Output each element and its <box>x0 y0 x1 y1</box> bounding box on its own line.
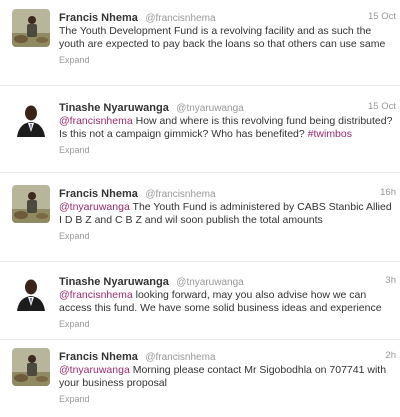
tweet-item[interactable]: Francis Nhema @francisnhema 15 Oct The Y… <box>0 0 400 86</box>
tweet-item[interactable]: Francis Nhema @francisnhema 16h @tnyaruw… <box>0 173 400 262</box>
tweet-text: The Youth Development Fund is a revolvin… <box>59 25 396 51</box>
mention-link[interactable]: @tnyaruwanga <box>59 201 130 213</box>
author-handle[interactable]: @francisnhema <box>145 352 215 363</box>
expand-link[interactable]: Expand <box>59 319 396 329</box>
mention-link[interactable]: @tnyaruwanga <box>59 364 130 376</box>
tweet-timeline: Francis Nhema @francisnhema 15 Oct The Y… <box>0 0 400 417</box>
avatar-francis-nhema[interactable] <box>12 185 50 223</box>
avatar-tinashe-nyaruwanga[interactable] <box>12 273 50 311</box>
author-handle[interactable]: @tnyaruwanga <box>176 277 243 288</box>
author-handle[interactable]: @francisnhema <box>145 13 215 24</box>
tweet-header: Tinashe Nyaruwanga @tnyaruwanga 3h <box>59 273 396 288</box>
tweet-timestamp[interactable]: 2h <box>385 348 396 363</box>
tweet-header: Tinashe Nyaruwanga @tnyaruwanga 15 Oct <box>59 99 396 114</box>
author-name[interactable]: Francis Nhema <box>59 12 138 24</box>
mention-link[interactable]: @francisnhema <box>59 289 133 301</box>
tweet-item[interactable]: Tinashe Nyaruwanga @tnyaruwanga 3h @fran… <box>0 262 400 340</box>
tweet-content: Francis Nhema @francisnhema 2h @tnyaruwa… <box>59 348 396 404</box>
author-name[interactable]: Tinashe Nyaruwanga <box>59 102 169 114</box>
author-handle[interactable]: @tnyaruwanga <box>176 103 243 114</box>
tweet-text: @tnyaruwanga The Youth Fund is administe… <box>59 201 396 227</box>
tweet-timestamp[interactable]: 16h <box>380 185 396 200</box>
tweet-item[interactable]: Tinashe Nyaruwanga @tnyaruwanga 15 Oct @… <box>0 86 400 173</box>
tweet-timestamp[interactable]: 15 Oct <box>368 99 396 114</box>
tweet-header: Francis Nhema @francisnhema 15 Oct <box>59 9 396 24</box>
tweet-text: @francisnhema looking forward, may you a… <box>59 289 396 315</box>
tweet-timestamp[interactable]: 3h <box>385 273 396 288</box>
expand-link[interactable]: Expand <box>59 394 396 404</box>
avatar-francis-nhema[interactable] <box>12 348 50 386</box>
mention-link[interactable]: @francisnhema <box>59 115 133 127</box>
avatar-francis-nhema[interactable] <box>12 9 50 47</box>
tweet-content: Francis Nhema @francisnhema 15 Oct The Y… <box>59 9 396 65</box>
hashtag-link[interactable]: #twimbos <box>308 128 352 140</box>
tweet-content: Francis Nhema @francisnhema 16h @tnyaruw… <box>59 185 396 241</box>
tweet-text: @francisnhema How and where is this revo… <box>59 115 396 141</box>
tweet-body: The Youth Development Fund is a revolvin… <box>59 25 386 50</box>
tweet-text: @tnyaruwanga Morning please contact Mr S… <box>59 364 396 390</box>
tweet-content: Tinashe Nyaruwanga @tnyaruwanga 3h @fran… <box>59 273 396 329</box>
author-name[interactable]: Francis Nhema <box>59 351 138 363</box>
expand-link[interactable]: Expand <box>59 55 396 65</box>
expand-link[interactable]: Expand <box>59 145 396 155</box>
tweet-item[interactable]: Francis Nhema @francisnhema 2h @tnyaruwa… <box>0 340 400 417</box>
tweet-content: Tinashe Nyaruwanga @tnyaruwanga 15 Oct @… <box>59 99 396 155</box>
avatar-tinashe-nyaruwanga[interactable] <box>12 99 50 137</box>
tweet-header: Francis Nhema @francisnhema 16h <box>59 185 396 200</box>
expand-link[interactable]: Expand <box>59 231 396 241</box>
tweet-timestamp[interactable]: 15 Oct <box>368 9 396 24</box>
tweet-header: Francis Nhema @francisnhema 2h <box>59 348 396 363</box>
author-handle[interactable]: @francisnhema <box>145 189 215 200</box>
author-name[interactable]: Tinashe Nyaruwanga <box>59 276 169 288</box>
author-name[interactable]: Francis Nhema <box>59 188 138 200</box>
